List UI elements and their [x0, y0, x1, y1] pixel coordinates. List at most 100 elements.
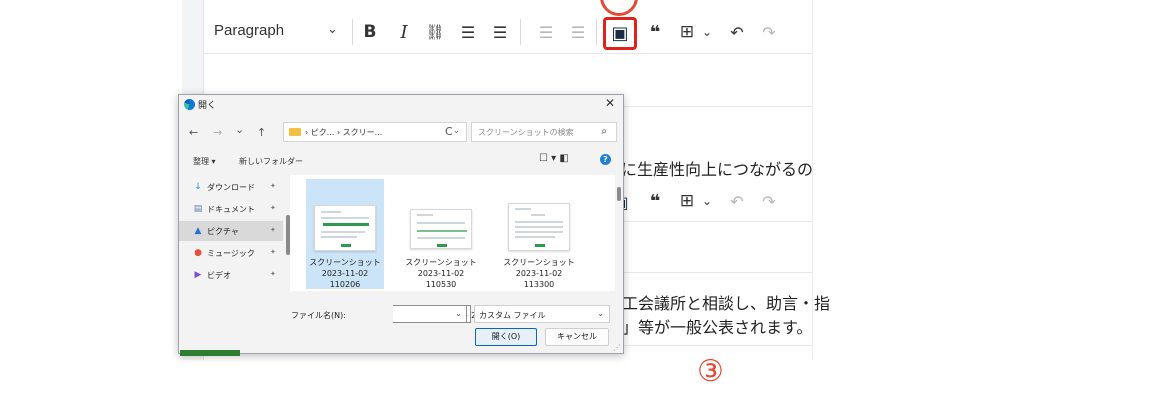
search-placeholder: スクリーンショットの検索	[478, 128, 574, 137]
search-icon[interactable]: ⌕	[601, 126, 607, 137]
italic-button[interactable]: I	[394, 19, 414, 45]
undo-button[interactable]: ↶	[726, 19, 748, 45]
thumb-line	[321, 236, 357, 238]
sidebar-item-label: ピクチャ	[207, 227, 239, 236]
numbered-list-button[interactable]: ☰	[488, 19, 512, 45]
sidebar-item-label: ビデオ	[207, 271, 231, 280]
pin-icon: ✦	[270, 248, 276, 256]
thumb-line	[321, 211, 341, 213]
music-icon: ●	[194, 248, 202, 258]
help-icon[interactable]: ?	[600, 154, 611, 165]
file-name-line: 2023-11-02	[417, 269, 465, 278]
thumb-highlight	[323, 223, 369, 226]
block-quote-button[interactable]: ❝	[644, 19, 666, 45]
new-folder-button[interactable]: 新しいフォルダー	[239, 156, 303, 167]
thumb-highlight	[417, 230, 467, 232]
file-name-line: 2023-11-02	[321, 269, 369, 278]
chevron-down-icon[interactable]: ⌄	[455, 309, 462, 318]
toolbar-divider	[352, 19, 353, 45]
thumb-button	[437, 244, 447, 247]
pictures-icon: ▲	[194, 226, 202, 236]
file-item[interactable]: スクリーンショット 2023-11-02 110530	[402, 179, 480, 289]
sidebar-item-music[interactable]: ● ミュージック ✦	[179, 243, 283, 263]
file-thumbnail	[410, 209, 472, 249]
sidebar-item-documents[interactable]: ▤ ドキュメント ✦	[179, 199, 283, 219]
file-list-scrollbar[interactable]	[617, 187, 621, 201]
pin-icon: ✦	[270, 270, 276, 278]
chevron-down-icon[interactable]: ⌄	[700, 188, 714, 214]
step-number-label: ③	[697, 354, 724, 389]
pin-icon: ✦	[270, 182, 276, 190]
file-name-line: 110530	[425, 280, 457, 289]
sidebar-item-videos[interactable]: ▶ ビデオ ✦	[179, 265, 283, 285]
refresh-icon[interactable]: C	[445, 125, 453, 138]
file-type-select[interactable]: カスタム ファイル ⌄	[474, 305, 610, 323]
view-options-icon[interactable]: ☐ ▾ ◧	[539, 153, 569, 164]
link-button[interactable]: ⛓	[424, 19, 446, 45]
chevron-down-icon[interactable]: ⌄	[452, 126, 460, 136]
chevron-down-icon[interactable]: ⌄	[597, 309, 604, 318]
undo-button[interactable]: ↶	[726, 188, 748, 214]
download-icon: ↓	[194, 182, 202, 192]
file-item[interactable]: スクリーンショット 2023-11-02 113300	[500, 179, 578, 289]
organize-button[interactable]: 整理 ▾	[193, 156, 216, 167]
thumb-line	[417, 214, 433, 216]
thumb-button	[535, 244, 545, 247]
insert-table-button[interactable]: ⊞	[676, 188, 698, 214]
dialog-titlebar: 開く ✕	[179, 95, 623, 115]
filename-input-wide[interactable]: ⌄	[393, 305, 467, 323]
video-icon: ▶	[194, 270, 202, 280]
forward-arrow-icon[interactable]: →	[213, 126, 222, 139]
block-quote-button[interactable]: ❝	[644, 188, 666, 214]
filename-label: ファイル名(N):	[291, 311, 346, 320]
edge-browser-icon	[184, 99, 195, 110]
editor-text-line: 工会議所と相談し、助言・指	[622, 294, 831, 313]
open-button[interactable]: 開く(O)	[475, 328, 537, 346]
up-arrow-icon[interactable]: ↑	[257, 126, 266, 139]
insert-table-button[interactable]: ⊞	[676, 19, 698, 45]
thumb-line	[417, 222, 465, 224]
recent-locations-chevron-icon[interactable]: ⌄	[235, 123, 244, 136]
address-bar[interactable]: › ピク... › スクリー... ⌄	[283, 122, 467, 142]
editor-text-line: 」等が一般公表されます。	[622, 318, 813, 337]
outdent-button[interactable]: ☰	[534, 19, 558, 45]
file-name-line: スクリーンショット	[309, 258, 381, 267]
search-input[interactable]: スクリーンショットの検索 ⌕	[471, 122, 617, 142]
toolbar-divider	[520, 19, 521, 45]
sidebar-item-label: ダウンロード	[207, 183, 255, 192]
thumb-line	[515, 221, 563, 223]
paragraph-select[interactable]: Paragraph	[214, 22, 284, 39]
thumb-line	[321, 231, 365, 233]
back-arrow-icon[interactable]: ←	[189, 126, 198, 139]
resize-grip-icon[interactable]: ⋰	[613, 343, 621, 352]
cancel-button[interactable]: キャンセル	[545, 328, 609, 346]
navigation-pane: ↓ ダウンロード ✦ ▤ ドキュメント ✦ ▲ ピクチャ ✦ ● ミュージック …	[179, 175, 287, 291]
file-item[interactable]: スクリーンショット 2023-11-02 110206	[306, 179, 384, 289]
file-thumbnail	[314, 205, 376, 251]
document-icon: ▤	[193, 204, 203, 214]
indent-button[interactable]: ☰	[566, 19, 590, 45]
redo-button[interactable]: ↷	[758, 188, 780, 214]
chevron-down-icon[interactable]: ⌄	[700, 19, 714, 45]
image-button-highlight	[603, 17, 637, 50]
toolbar-divider	[596, 19, 597, 45]
thumb-line	[515, 236, 555, 238]
address-path[interactable]: › ピク... › スクリー...	[305, 127, 382, 138]
file-name-line: 113300	[523, 280, 555, 289]
file-type-value: カスタム ファイル	[479, 311, 546, 320]
folder-icon	[289, 128, 301, 136]
sidebar-item-pictures[interactable]: ▲ ピクチャ ✦	[179, 221, 283, 241]
file-list: スクリーンショット 2023-11-02 110206 スクリーンショット 20…	[290, 175, 615, 291]
close-button[interactable]: ✕	[605, 96, 615, 110]
chevron-down-icon[interactable]: ⌄	[327, 22, 338, 37]
file-name-line: 110206	[329, 280, 361, 289]
bold-button[interactable]: B	[360, 19, 380, 45]
thumb-line	[417, 237, 465, 239]
file-open-dialog: 開く ✕ ← → ⌄ ↑ › ピク... › スクリー... ⌄ C スクリーン…	[178, 94, 624, 354]
thumb-line	[531, 214, 545, 216]
sidebar-item-downloads[interactable]: ↓ ダウンロード ✦	[179, 177, 283, 197]
bulleted-list-button[interactable]: ☰	[456, 19, 480, 45]
redo-button[interactable]: ↷	[758, 19, 780, 45]
editor-text-line: に生産性向上につながるの	[621, 160, 814, 179]
pin-icon: ✦	[270, 204, 276, 212]
